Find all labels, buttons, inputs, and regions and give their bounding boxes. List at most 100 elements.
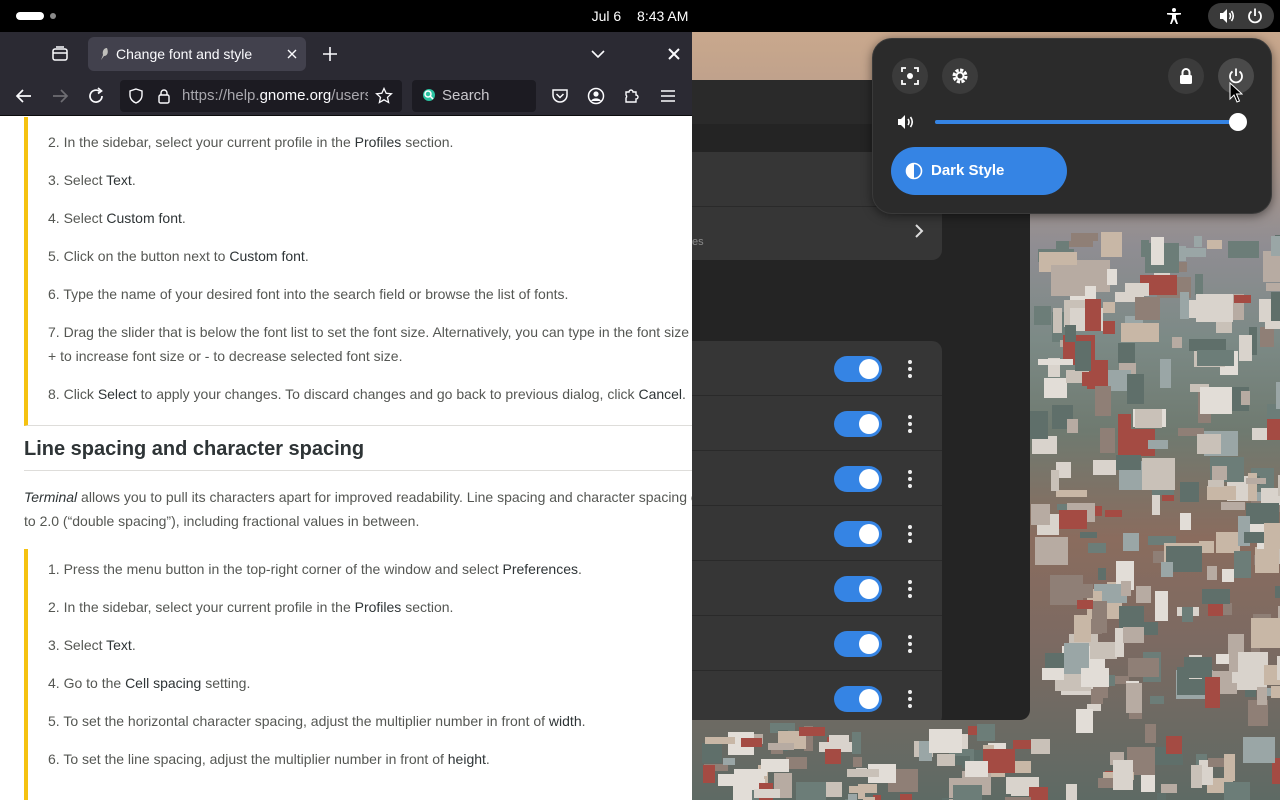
list-item: 7. Drag the slider that is below the fon… (48, 324, 692, 340)
settings-button[interactable] (942, 58, 978, 94)
padlock-icon[interactable] (156, 88, 172, 104)
extensions-button[interactable] (620, 84, 644, 108)
clock[interactable]: Jul 6 8:43 AM (540, 0, 740, 32)
quick-settings-popover: Dark Style (872, 38, 1272, 214)
hamburger-menu-icon (661, 90, 675, 102)
toggle-switch-knob (859, 359, 879, 379)
toggle-switch[interactable] (834, 411, 882, 437)
list-item-number: 1. (48, 561, 60, 577)
chevron-down-icon (591, 50, 605, 59)
list-item-number: 2. (48, 134, 60, 150)
application-menu-button[interactable] (656, 84, 680, 108)
kebab-menu-icon[interactable] (906, 413, 914, 435)
accessibility-icon[interactable] (1165, 7, 1183, 25)
paragraph-line: Terminal allows you to pull its characte… (24, 489, 692, 505)
url-bar[interactable]: https://help.gnome.org/users (120, 80, 402, 112)
list-item: 6. To set the line spacing, adjust the m… (48, 751, 490, 767)
toggle-switch-knob (859, 469, 879, 489)
kebab-menu-icon[interactable] (906, 578, 914, 600)
list-item: 2. In the sidebar, select your current p… (48, 134, 454, 150)
list-item: 6. Type the name of your desired font in… (48, 286, 569, 302)
lock-icon (1180, 68, 1192, 84)
plus-icon (323, 47, 337, 61)
account-icon (587, 87, 605, 105)
list-item-number: 4. (48, 210, 60, 226)
search-bar[interactable]: Search (412, 80, 536, 112)
list-item: 3. Select Text. (48, 637, 136, 653)
toggle-switch-knob (859, 634, 879, 654)
toggle-switch-knob (859, 689, 879, 709)
navigation-toolbar: https://help.gnome.org/users Search (0, 76, 692, 116)
close-tab-icon[interactable] (284, 46, 300, 62)
kebab-menu-icon[interactable] (906, 468, 914, 490)
account-button[interactable] (584, 84, 608, 108)
tab-title: Change font and style (116, 46, 253, 62)
gnome-help-favicon-icon (101, 48, 108, 60)
toggle-switch[interactable] (834, 631, 882, 657)
kebab-menu-icon[interactable] (906, 633, 914, 655)
search-engine-icon[interactable] (420, 87, 438, 105)
search-input[interactable]: Search (442, 80, 490, 112)
workspace-indicator-inactive[interactable] (50, 13, 56, 19)
firefox-view-button[interactable] (48, 42, 72, 66)
kebab-menu-icon[interactable] (906, 358, 914, 380)
settings-row (692, 451, 942, 506)
settings-row (692, 506, 942, 561)
volume-slider-handle[interactable] (1228, 113, 1247, 131)
list-item: 8. Click Select to apply your changes. T… (48, 386, 686, 402)
bookmark-star-icon[interactable] (375, 87, 393, 105)
dark-style-label: Dark Style (931, 162, 1005, 179)
tracking-protection-shield-icon[interactable] (128, 88, 144, 104)
section-heading: Line spacing and character spacing (24, 438, 365, 460)
workspace-indicator-active[interactable] (16, 12, 44, 20)
url-text: https://help.gnome.org/users (182, 87, 373, 104)
settings-row (692, 341, 942, 396)
toggle-switch[interactable] (834, 576, 882, 602)
list-item: + to increase font size or - to decrease… (48, 348, 403, 364)
tab-bar: Change font and style (0, 32, 692, 76)
volume-slider-fill (935, 120, 1238, 124)
system-status-menu[interactable] (1208, 3, 1274, 29)
volume-icon[interactable] (895, 111, 917, 133)
settings-switch-list (692, 341, 942, 720)
partial-row-text: es (692, 236, 704, 248)
list-item: 5. To set the horizontal character spaci… (48, 713, 586, 729)
list-item: 4. Select Custom font. (48, 210, 186, 226)
settings-row (692, 396, 942, 451)
list-item-number: 5. (48, 713, 60, 729)
puzzle-piece-icon (625, 89, 639, 103)
forward-button[interactable] (48, 84, 72, 108)
screenshot-button[interactable] (892, 58, 928, 94)
screenshot-icon (901, 67, 919, 85)
toggle-switch-knob (859, 579, 879, 599)
chevron-right-icon[interactable] (912, 224, 926, 238)
list-item-number: 5. (48, 248, 60, 264)
mouse-pointer-icon (1229, 82, 1243, 103)
reload-button[interactable] (84, 84, 108, 108)
list-all-tabs-button[interactable] (586, 42, 610, 66)
dark-style-toggle[interactable]: Dark Style (891, 147, 1067, 195)
page-content[interactable]: 1. Press the menu button in the top-righ… (0, 117, 692, 800)
firefox-window[interactable]: Change font and style https://help.gnome… (0, 32, 692, 800)
kebab-menu-icon[interactable] (906, 688, 914, 710)
new-tab-button[interactable] (318, 42, 342, 66)
toggle-switch[interactable] (834, 356, 882, 382)
list-item-number: 7. (48, 324, 60, 340)
paragraph-line: to 2.0 (“double spacing”), including fra… (24, 513, 420, 529)
volume-slider[interactable] (935, 120, 1241, 124)
lock-screen-button[interactable] (1168, 58, 1204, 94)
firefox-view-icon (52, 46, 68, 61)
list-item-number: 2. (48, 599, 60, 615)
list-item: 3. Select Text. (48, 172, 136, 188)
list-item: 2. In the sidebar, select your current p… (48, 599, 454, 615)
toggle-switch[interactable] (834, 686, 882, 712)
pocket-button[interactable] (548, 84, 572, 108)
back-button[interactable] (12, 84, 36, 108)
close-window-button[interactable] (662, 42, 686, 66)
toggle-switch[interactable] (834, 521, 882, 547)
list-item-number: 6. (48, 286, 60, 302)
toggle-switch[interactable] (834, 466, 882, 492)
tab-change-font-and-style[interactable]: Change font and style (88, 37, 306, 71)
steps-box-spacing: 1. Press the menu button in the top-righ… (24, 549, 692, 800)
kebab-menu-icon[interactable] (906, 523, 914, 545)
